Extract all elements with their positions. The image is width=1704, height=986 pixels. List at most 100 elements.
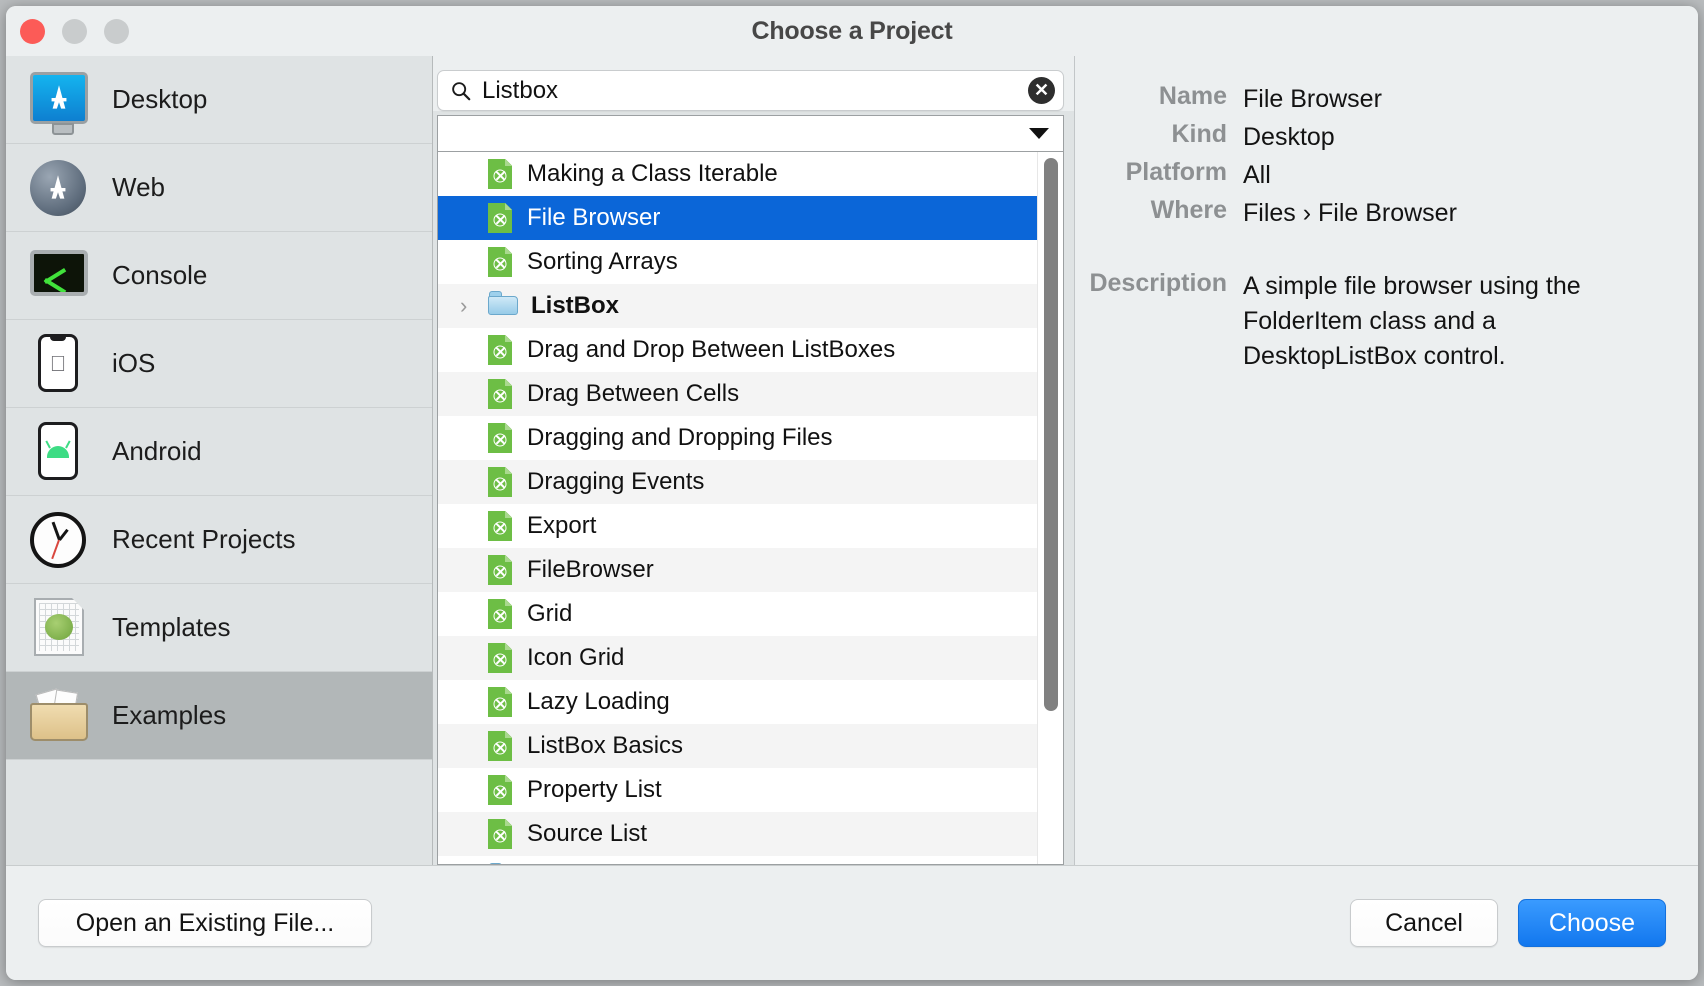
detail-key: Kind	[1075, 120, 1243, 155]
project-document-icon	[488, 203, 514, 233]
list-item[interactable]: ›Listbox	[438, 856, 1037, 864]
list-item[interactable]: ›FileBrowser	[438, 548, 1037, 592]
detail-value: File Browser	[1243, 82, 1382, 117]
folder-icon	[488, 863, 518, 864]
detail-value: A simple file browser using the FolderIt…	[1243, 269, 1613, 374]
results-list-container: ›Making a Class Iterable›File Browser›So…	[437, 152, 1064, 865]
chevron-right-icon[interactable]: ›	[460, 295, 488, 317]
sidebar-item-recent-projects[interactable]: Recent Projects	[6, 496, 432, 584]
list-item[interactable]: ›Sorting Arrays	[438, 240, 1037, 284]
sidebar-item-web[interactable]: Web	[6, 144, 432, 232]
detail-value: Files › File Browser	[1243, 196, 1457, 231]
sidebar-item-desktop[interactable]: Desktop	[6, 56, 432, 144]
list-item-label: Dragging Events	[527, 468, 704, 496]
xcode-tools-glyph	[41, 171, 75, 205]
chevron-down-icon[interactable]	[1029, 128, 1049, 139]
list-item-label: Source List	[527, 820, 647, 848]
list-item-label: Grid	[527, 600, 572, 628]
sidebar-item-label: Examples	[112, 700, 226, 731]
project-document-icon	[488, 643, 514, 673]
sidebar: Desktop Web Console	[6, 56, 433, 865]
project-document-icon	[488, 555, 514, 585]
project-document-icon	[488, 775, 514, 805]
scrollbar-thumb[interactable]	[1044, 158, 1058, 711]
project-document-icon	[488, 159, 514, 189]
sidebar-item-label: Web	[112, 172, 165, 203]
project-document-icon	[488, 599, 514, 629]
list-item[interactable]: ›Lazy Loading	[438, 680, 1037, 724]
detail-row-where: Where Files › File Browser	[1075, 196, 1668, 231]
list-item[interactable]: ›Source List	[438, 812, 1037, 856]
list-item[interactable]: ›Drag Between Cells	[438, 372, 1037, 416]
sidebar-item-templates[interactable]: Templates	[6, 584, 432, 672]
sidebar-item-label: Desktop	[112, 84, 207, 115]
detail-key: Where	[1075, 196, 1243, 231]
titlebar: Choose a Project	[6, 6, 1698, 56]
project-document-icon	[488, 423, 514, 453]
search-input[interactable]	[482, 77, 1028, 105]
detail-value: Desktop	[1243, 120, 1335, 155]
clock-icon	[30, 510, 90, 570]
list-item-label: Dragging and Dropping Files	[527, 424, 833, 452]
detail-key: Description	[1075, 269, 1243, 374]
detail-value: All	[1243, 158, 1271, 193]
search-container: ✕	[433, 56, 1074, 111]
project-document-icon	[488, 511, 514, 541]
list-item[interactable]: ›Making a Class Iterable	[438, 152, 1037, 196]
list-item[interactable]: ›Drag and Drop Between ListBoxes	[438, 328, 1037, 372]
project-document-icon	[488, 467, 514, 497]
list-item[interactable]: ›Export	[438, 504, 1037, 548]
open-existing-file-button[interactable]: Open an Existing File...	[38, 899, 372, 947]
choose-button[interactable]: Choose	[1518, 899, 1666, 947]
clear-search-icon[interactable]: ✕	[1028, 77, 1055, 104]
list-item-label: Drag and Drop Between ListBoxes	[527, 336, 895, 364]
list-item-label: Drag Between Cells	[527, 380, 739, 408]
sidebar-item-examples[interactable]: Examples	[6, 672, 432, 760]
list-item[interactable]: ›Dragging Events	[438, 460, 1037, 504]
project-document-icon	[488, 335, 514, 365]
detail-row-kind: Kind Desktop	[1075, 120, 1668, 155]
page-title: Choose a Project	[6, 17, 1698, 46]
xcode-tools-glyph	[42, 81, 76, 115]
list-item[interactable]: ›Grid	[438, 592, 1037, 636]
console-terminal-icon	[30, 246, 90, 306]
list-item[interactable]: ›Icon Grid	[438, 636, 1037, 680]
project-document-icon	[488, 731, 514, 761]
examples-folder-icon	[30, 686, 90, 746]
filter-combobox[interactable]	[437, 115, 1064, 152]
list-item[interactable]: › ListBox	[438, 284, 1037, 328]
project-detail-panel: Name File Browser Kind Desktop Platform …	[1074, 56, 1698, 865]
sidebar-item-label: Console	[112, 260, 207, 291]
cancel-button[interactable]: Cancel	[1350, 899, 1498, 947]
list-item-label: File Browser	[527, 204, 660, 232]
sidebar-item-console[interactable]: Console	[6, 232, 432, 320]
project-document-icon	[488, 819, 514, 849]
list-item-label: Icon Grid	[527, 644, 624, 672]
search-and-results-column: ✕ ›Making a Class Iterable›File Browser›…	[433, 56, 1074, 865]
list-item[interactable]: ›ListBox Basics	[438, 724, 1037, 768]
sidebar-item-ios[interactable]:  iOS	[6, 320, 432, 408]
list-item[interactable]: ›Dragging and Dropping Files	[438, 416, 1037, 460]
list-item-label: Sorting Arrays	[527, 248, 678, 276]
search-icon	[450, 80, 472, 102]
project-document-icon	[488, 247, 514, 277]
folder-icon	[488, 291, 518, 321]
list-item-label: ListBox	[531, 292, 619, 320]
sidebar-item-label: Android	[112, 436, 202, 467]
desktop-icon	[30, 70, 90, 130]
sidebar-empty-area	[6, 760, 432, 865]
results-scrollbar[interactable]	[1037, 152, 1063, 864]
template-document-icon	[30, 598, 90, 658]
sidebar-item-label: Templates	[112, 612, 231, 643]
project-document-icon	[488, 379, 514, 409]
dialog-body: Desktop Web Console	[6, 56, 1698, 865]
list-item[interactable]: ›File Browser	[438, 196, 1037, 240]
search-field[interactable]: ✕	[437, 70, 1064, 111]
sidebar-item-android[interactable]: Android	[6, 408, 432, 496]
detail-row-name: Name File Browser	[1075, 82, 1668, 117]
list-item-label: Property List	[527, 776, 662, 804]
choose-a-project-dialog: Choose a Project Desktop	[6, 6, 1698, 980]
list-item[interactable]: ›Property List	[438, 768, 1037, 812]
results-list[interactable]: ›Making a Class Iterable›File Browser›So…	[438, 152, 1037, 864]
list-item-label: FileBrowser	[527, 556, 654, 584]
